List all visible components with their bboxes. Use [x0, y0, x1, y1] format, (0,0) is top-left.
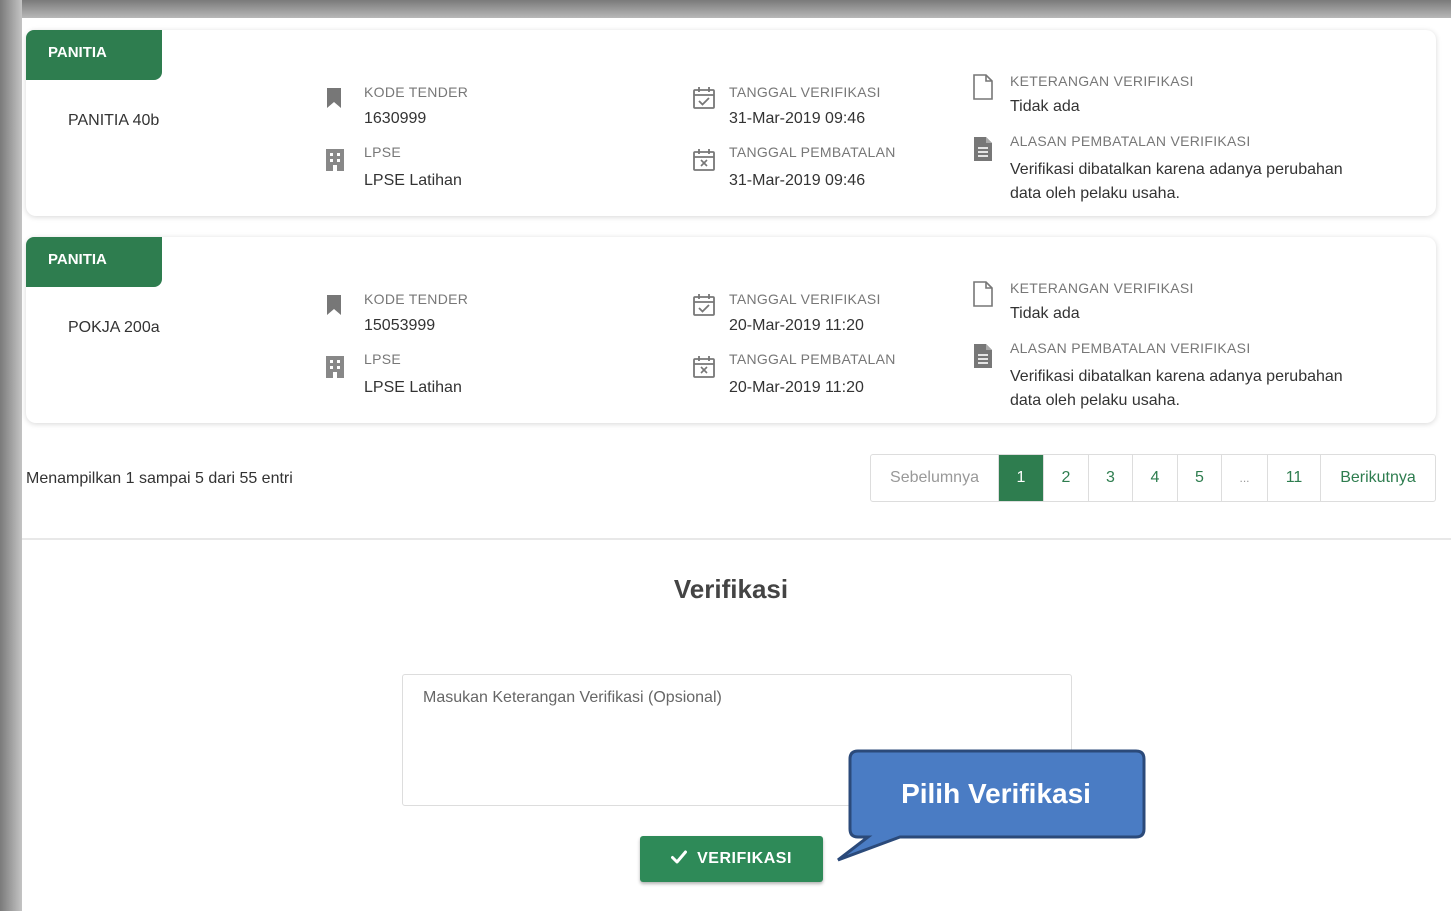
calendar-check-icon — [692, 86, 716, 110]
pagination-next-button[interactable]: Berikutnya — [1321, 455, 1435, 501]
kode-tender-value: 1630999 — [364, 110, 427, 127]
file-text-icon — [972, 343, 996, 368]
keterangan-verifikasi-label: KETERANGAN VERIFIKASI — [1010, 73, 1194, 89]
page-content: PANITIA PANITIA 40b KODE TENDER 1630999 … — [22, 18, 1451, 911]
check-icon — [671, 850, 688, 869]
lpse-label: LPSE — [364, 144, 401, 160]
pagination-page-3[interactable]: 3 — [1089, 455, 1133, 501]
lpse-value: LPSE Latihan — [364, 379, 462, 396]
verification-card: PANITIA POKJA 200a KODE TENDER 15053999 … — [26, 237, 1436, 423]
pagination-prev-button[interactable]: Sebelumnya — [871, 455, 999, 501]
verification-card: PANITIA PANITIA 40b KODE TENDER 1630999 … — [26, 30, 1436, 216]
pagination-page-1[interactable]: 1 — [999, 455, 1044, 501]
verifikasi-button-label: VERIFIKASI — [697, 850, 792, 867]
keterangan-verifikasi-value: Tidak ada — [1010, 98, 1080, 115]
keterangan-verifikasi-label: KETERANGAN VERIFIKASI — [1010, 280, 1194, 296]
building-icon — [324, 355, 348, 379]
alasan-pembatalan-label: ALASAN PEMBATALAN VERIFIKASI — [1010, 340, 1251, 356]
calendar-x-icon — [692, 355, 716, 379]
kode-tender-label: KODE TENDER — [364, 291, 469, 307]
keterangan-verifikasi-value: Tidak ada — [1010, 305, 1080, 322]
calendar-x-icon — [692, 148, 716, 172]
bookmark-icon — [322, 293, 346, 317]
bookmark-icon — [322, 86, 346, 110]
alasan-pembatalan-value: Verifikasi dibatalkan karena adanya peru… — [1010, 368, 1343, 409]
kode-tender-label: KODE TENDER — [364, 84, 469, 100]
pagination-info: Menampilkan 1 sampai 5 dari 55 entri — [26, 470, 293, 487]
tanggal-verifikasi-label: TANGGAL VERIFIKASI — [729, 84, 881, 100]
window-frame-top — [0, 0, 1451, 18]
tanggal-verifikasi-value: 31-Mar-2019 09:46 — [729, 110, 866, 127]
pagination: Sebelumnya 1 2 3 4 5 ... 11 Berikutnya — [870, 454, 1436, 502]
pagination-page-2[interactable]: 2 — [1044, 455, 1089, 501]
tanggal-verifikasi-label: TANGGAL VERIFIKASI — [729, 291, 881, 307]
verifikasi-button[interactable]: VERIFIKASI — [640, 836, 823, 882]
panitia-name: POKJA 200a — [68, 319, 160, 336]
lpse-value: LPSE Latihan — [364, 172, 462, 189]
pagination-page-5[interactable]: 5 — [1178, 455, 1222, 501]
kode-tender-value: 15053999 — [364, 317, 436, 334]
building-icon — [324, 148, 348, 172]
window-frame-left — [0, 0, 22, 911]
panitia-badge: PANITIA — [26, 30, 162, 80]
pagination-page-4[interactable]: 4 — [1133, 455, 1178, 501]
section-divider — [22, 538, 1451, 540]
file-outline-icon — [972, 281, 996, 307]
panitia-badge: PANITIA — [26, 237, 162, 287]
tanggal-pembatalan-label: TANGGAL PEMBATALAN — [729, 144, 896, 160]
verifikasi-title: Verifikasi — [673, 574, 789, 604]
panitia-name: PANITIA 40b — [68, 112, 160, 129]
calendar-check-icon — [692, 293, 716, 317]
pagination-page-11[interactable]: 11 — [1268, 455, 1321, 501]
tanggal-verifikasi-value: 20-Mar-2019 11:20 — [729, 317, 864, 334]
pagination-ellipsis: ... — [1222, 455, 1268, 501]
tanggal-pembatalan-label: TANGGAL PEMBATALAN — [729, 351, 896, 367]
alasan-pembatalan-value: Verifikasi dibatalkan karena adanya peru… — [1010, 161, 1343, 202]
tanggal-pembatalan-value: 31-Mar-2019 09:46 — [729, 172, 866, 189]
file-outline-icon — [972, 74, 996, 100]
file-text-icon — [972, 136, 996, 161]
callout-text: Pilih Verifikasi — [901, 778, 1091, 809]
alasan-pembatalan-label: ALASAN PEMBATALAN VERIFIKASI — [1010, 133, 1251, 149]
tanggal-pembatalan-value: 20-Mar-2019 11:20 — [729, 379, 864, 396]
lpse-label: LPSE — [364, 351, 401, 367]
